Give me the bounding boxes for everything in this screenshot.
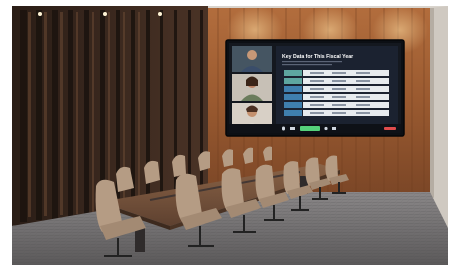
video-conference-display: Key Data for This Fiscal Year xyxy=(225,39,405,137)
meeting-toolbar xyxy=(229,124,401,133)
share-screen-icon xyxy=(300,126,320,131)
slide-title: Key Data for This Fiscal Year xyxy=(282,54,353,60)
mic-icon xyxy=(282,126,285,131)
participant-tile-1 xyxy=(232,46,272,72)
participants-icon xyxy=(324,126,328,131)
participant-tile-2 xyxy=(232,74,272,101)
shared-slide: Key Data for This Fiscal Year xyxy=(276,46,398,130)
camera-icon xyxy=(290,127,295,130)
right-wall xyxy=(430,6,448,228)
conference-room-scene: Key Data for This Fiscal Year xyxy=(0,0,460,269)
leave-icon xyxy=(384,127,396,130)
chat-icon xyxy=(332,127,336,130)
